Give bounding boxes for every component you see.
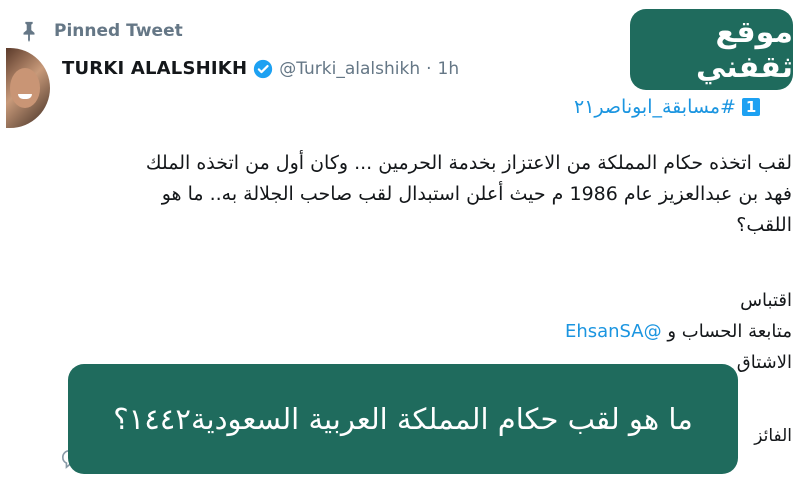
avatar[interactable] — [6, 48, 50, 128]
mention-link[interactable]: @EhsanSA — [565, 321, 662, 342]
tweet-body: لقب اتخذه حكام المملكة من الاعتزاز بخدمة… — [12, 148, 792, 241]
tweet-time[interactable]: 1h — [438, 59, 460, 79]
verified-badge-icon — [254, 59, 273, 78]
hashtag-number-badge: 1 — [741, 98, 761, 116]
condition-text: متابعة الحساب و — [667, 321, 792, 342]
author-handle[interactable]: @Turki_alalshikh — [279, 59, 420, 79]
site-badge: موقع ثقفني — [630, 9, 793, 90]
condition-item: متابعة الحساب و @EhsanSA — [565, 316, 792, 347]
condition-item: اقتباس — [740, 290, 792, 311]
winner-line: الفائز — [754, 426, 792, 446]
author-name[interactable]: TURKI ALALSHIKH — [62, 58, 247, 79]
tweet-header: TURKI ALALSHIKH @Turki_alalshikh · 1h — [62, 58, 459, 79]
pinned-tweet-row: Pinned Tweet — [18, 20, 183, 42]
hashtag-link[interactable]: #مسابقة_ابوناصر٢١ — [574, 96, 736, 118]
question-banner: ما هو لقب حكام المملكة العربية السعودية١… — [68, 364, 738, 474]
separator-dot: · — [426, 58, 432, 79]
hashtag-line: 1 #مسابقة_ابوناصر٢١ — [574, 96, 761, 118]
pin-icon — [23, 21, 35, 42]
body-line: اللقب؟ — [736, 214, 792, 236]
body-line: فهد بن عبدالعزيز عام 1986 م حيث أعلن است… — [161, 183, 792, 205]
pinned-label: Pinned Tweet — [54, 21, 183, 41]
body-line: لقب اتخذه حكام المملكة من الاعتزاز بخدمة… — [145, 152, 792, 174]
